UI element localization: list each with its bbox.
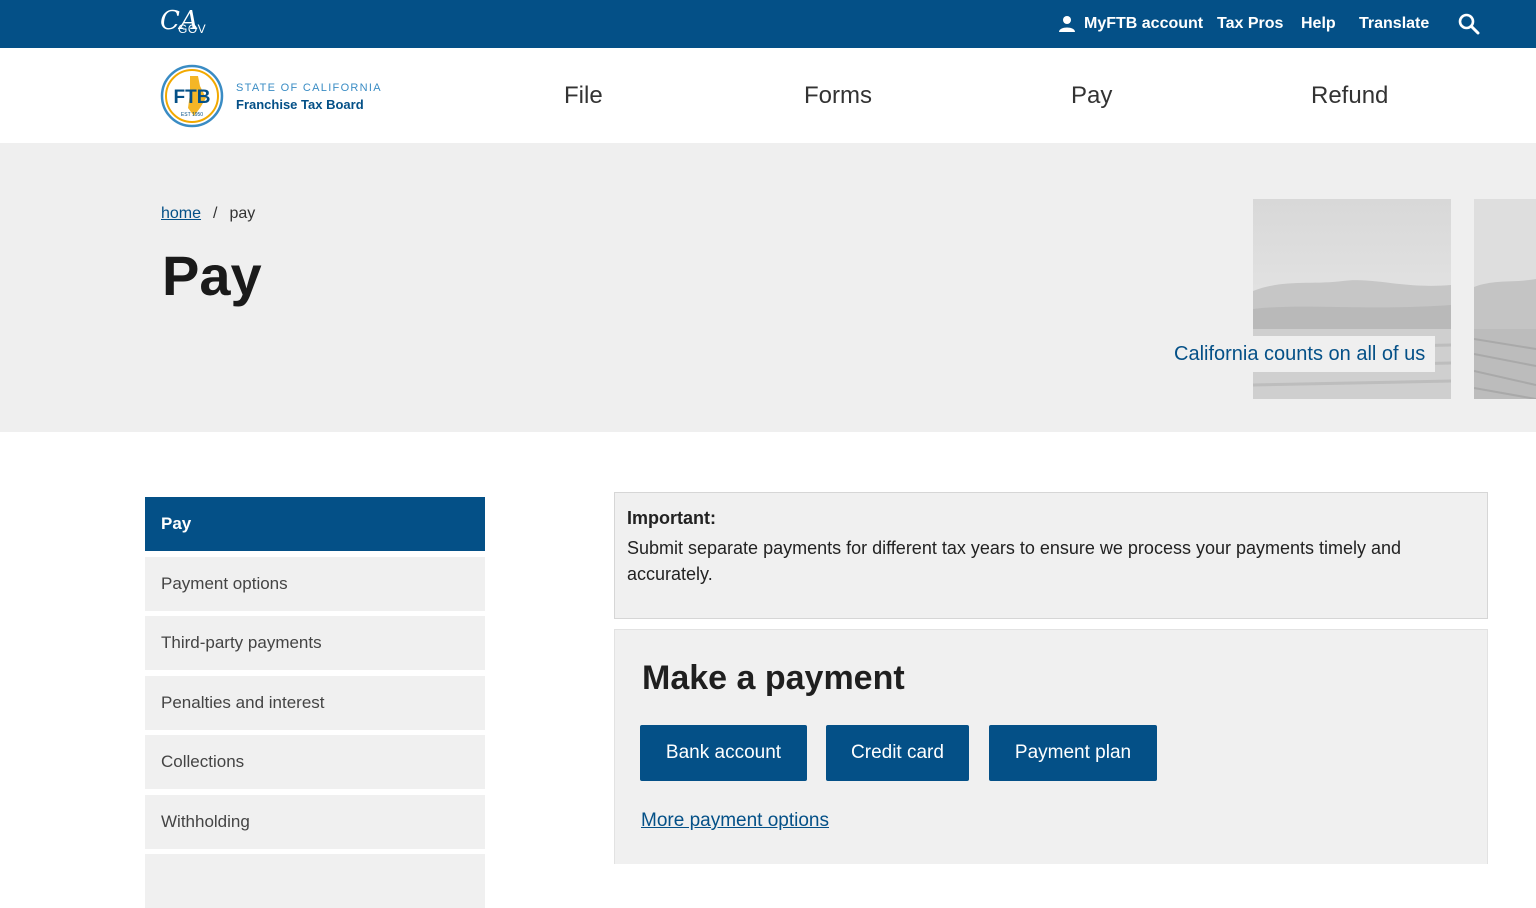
bank-account-button[interactable]: Bank account (640, 725, 807, 781)
help-link[interactable]: Help (1301, 0, 1336, 48)
sidebar-item-penalties-and-interest[interactable]: Penalties and interest (145, 676, 485, 730)
sidebar-item-pay[interactable]: Pay (145, 497, 485, 551)
ftb-logo[interactable]: FTB EST 1950 (160, 64, 224, 128)
breadcrumb: home / pay (161, 205, 255, 223)
page-hero: home / pay Pay California counts on all … (0, 143, 1536, 432)
notice-body: Submit separate payments for different t… (627, 538, 1402, 584)
person-icon (1059, 16, 1075, 32)
sidebar-item-withholding[interactable]: Withholding (145, 795, 485, 849)
translate-link[interactable]: Translate (1359, 0, 1429, 48)
important-notice: Important: Submit separate payments for … (614, 492, 1488, 619)
nav-refund[interactable]: Refund (1311, 48, 1388, 143)
ca-gov-logo[interactable]: CA GOV (160, 6, 208, 40)
hero-photo-fields (1474, 199, 1536, 399)
ftb-seal-icon: FTB EST 1950 (160, 64, 224, 128)
make-a-payment-panel: Make a payment Bank account Credit card … (614, 629, 1488, 864)
ftb-logo-est: EST 1950 (181, 112, 203, 118)
main-header: FTB EST 1950 STATE OF CALIFORNIA Franchi… (0, 48, 1536, 143)
state-of-california-label: STATE OF CALIFORNIA (236, 82, 382, 94)
nav-file[interactable]: File (564, 48, 603, 143)
nav-forms[interactable]: Forms (804, 48, 872, 143)
top-utility-bar: CA GOV MyFTB account Tax Pros Help Trans… (0, 0, 1536, 48)
credit-card-button[interactable]: Credit card (826, 725, 969, 781)
sidebar-item-next[interactable] (145, 854, 485, 908)
more-payment-options-link[interactable]: More payment options (641, 810, 829, 832)
page-title: Pay (162, 244, 262, 307)
breadcrumb-home-link[interactable]: home (161, 205, 201, 223)
breadcrumb-separator: / (213, 205, 218, 222)
franchise-tax-board-label: Franchise Tax Board (236, 97, 364, 112)
myftb-account-link[interactable]: MyFTB account (1058, 0, 1203, 48)
hero-tagline-link[interactable]: California counts on all of us (1164, 336, 1436, 372)
sidebar-item-third-party-payments[interactable]: Third-party payments (145, 616, 485, 670)
search-button[interactable] (1458, 0, 1480, 48)
agency-name[interactable]: STATE OF CALIFORNIA Franchise Tax Board (236, 81, 382, 113)
sidebar-item-collections[interactable]: Collections (145, 735, 485, 789)
breadcrumb-current: pay (229, 205, 256, 222)
notice-heading: Important: (627, 508, 716, 528)
make-a-payment-heading: Make a payment (642, 659, 905, 697)
ca-gov-logo-gov: GOV (178, 22, 207, 36)
search-icon (1458, 13, 1480, 35)
sidebar-item-payment-options[interactable]: Payment options (145, 557, 485, 611)
myftb-account-label: MyFTB account (1084, 15, 1204, 32)
payment-plan-button[interactable]: Payment plan (989, 725, 1157, 781)
tax-pros-link[interactable]: Tax Pros (1217, 0, 1283, 48)
ftb-logo-mark: FTB (174, 87, 211, 108)
nav-pay[interactable]: Pay (1071, 48, 1112, 143)
